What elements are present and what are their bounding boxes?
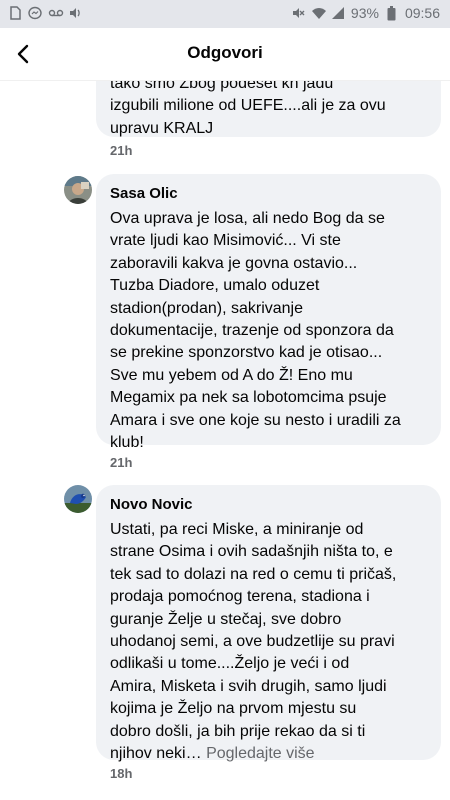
comments-list[interactable]: tako smo Zbog podeset kn jadu izgubili m… — [0, 81, 450, 800]
mute-icon — [291, 6, 305, 20]
status-right-icons: 93% 09:56 — [291, 5, 440, 21]
comment-time[interactable]: 18h — [110, 766, 132, 781]
comment-line: Amira, Misketa i svih drugih, samo ljudi — [110, 677, 387, 695]
comment-line: vrate ljudi kao Misimović... Vi ste — [110, 232, 341, 250]
comment-text: tako smo Zbog podeset kn jadu izgubili m… — [110, 81, 427, 140]
comment-author[interactable]: Novo Novic — [110, 495, 427, 515]
comment-text: Ustati, pa reci Miske, a miniranje od st… — [110, 519, 427, 765]
comment-line: kojima je Željo na prvom mjestu su — [110, 700, 357, 718]
comment-text: Ova uprava je losa, ali nedo Bog da se v… — [110, 208, 427, 454]
comment-line: Amara i sve one koje su nesto i uradili … — [110, 411, 401, 429]
comment-bubble[interactable]: Sasa Olic Ova uprava je losa, ali nedo B… — [96, 174, 441, 451]
battery-percent: 93% — [350, 5, 379, 21]
comment-line: strane Osima i ovih sadašnjih ništa to, … — [110, 543, 393, 561]
avatar[interactable] — [64, 176, 92, 204]
header: Odgovori — [0, 28, 450, 81]
see-more-link[interactable]: Pogledajte više — [206, 745, 315, 762]
comment-line: dobro došli, ja bih prije rekao da si ti — [110, 722, 366, 740]
comment-line: Ustati, pa reci Miske, a miniranje od — [110, 521, 364, 538]
comment-line: upravu KRALJ — [110, 119, 214, 137]
avatar[interactable] — [64, 485, 92, 513]
comment-line: tek sad to dolazi na red o cemu ti priča… — [110, 565, 397, 583]
comment-line: tako smo Zbog podeset kn jadu — [110, 81, 334, 92]
comment-line: guranje Želje u stečaj, sve dobro — [110, 610, 342, 628]
volume-icon — [68, 6, 82, 20]
comment-line: uhodanoj semi, a ove budzetlije su pravi — [110, 633, 395, 651]
comment-line: Sve mu yebem od A do Ž! Eno mu — [110, 366, 353, 384]
status-bar: 93% 09:56 — [0, 0, 450, 28]
page-title: Odgovori — [187, 43, 263, 62]
messenger-icon — [28, 6, 42, 20]
comment-author[interactable]: Sasa Olic — [110, 184, 427, 204]
comment-time[interactable]: 21h — [110, 455, 132, 470]
sim-icon — [8, 6, 22, 20]
truncated-text: njihov neki… — [110, 745, 202, 763]
status-time: 09:56 — [404, 5, 440, 21]
comment-line: stadion(prodan), sakrivanje — [110, 299, 303, 317]
comment-time[interactable]: 21h — [110, 143, 132, 158]
comment-bubble[interactable]: tako smo Zbog podeset kn jadu izgubili m… — [96, 81, 441, 137]
battery-icon — [385, 6, 399, 21]
wifi-icon — [311, 6, 326, 20]
comment-line: klub! — [110, 434, 144, 452]
comment-bubble[interactable]: Novo Novic Ustati, pa reci Miske, a mini… — [96, 485, 441, 762]
comment-line: se prekine sponzorstvo kad je otisao... — [110, 344, 383, 362]
comment-line: zaboravili kakva je govna ostavio... — [110, 254, 358, 272]
comment-line: Tuzba Diadore, umalo oduzet — [110, 277, 320, 295]
voicemail-icon — [48, 6, 64, 20]
comment-line: izgubili milione od UEFE....ali je za ov… — [110, 97, 386, 115]
signal-icon — [331, 6, 345, 20]
comment-line: Ova uprava je losa, ali nedo Bog da se — [110, 210, 385, 227]
comment-line: prodaja pomoćnog terena, stadiona i — [110, 588, 370, 606]
comment-line: njihov neki… Pogledajte više — [110, 743, 427, 765]
comment-line: dokumentacije, trazenje od sponzora da — [110, 322, 394, 340]
status-left-icons — [8, 6, 82, 20]
comment-line: odlikaši u tome....Željo je veći i od — [110, 655, 350, 673]
comment-line: Megamix pa nek sa lobotomcima psuje — [110, 389, 387, 407]
